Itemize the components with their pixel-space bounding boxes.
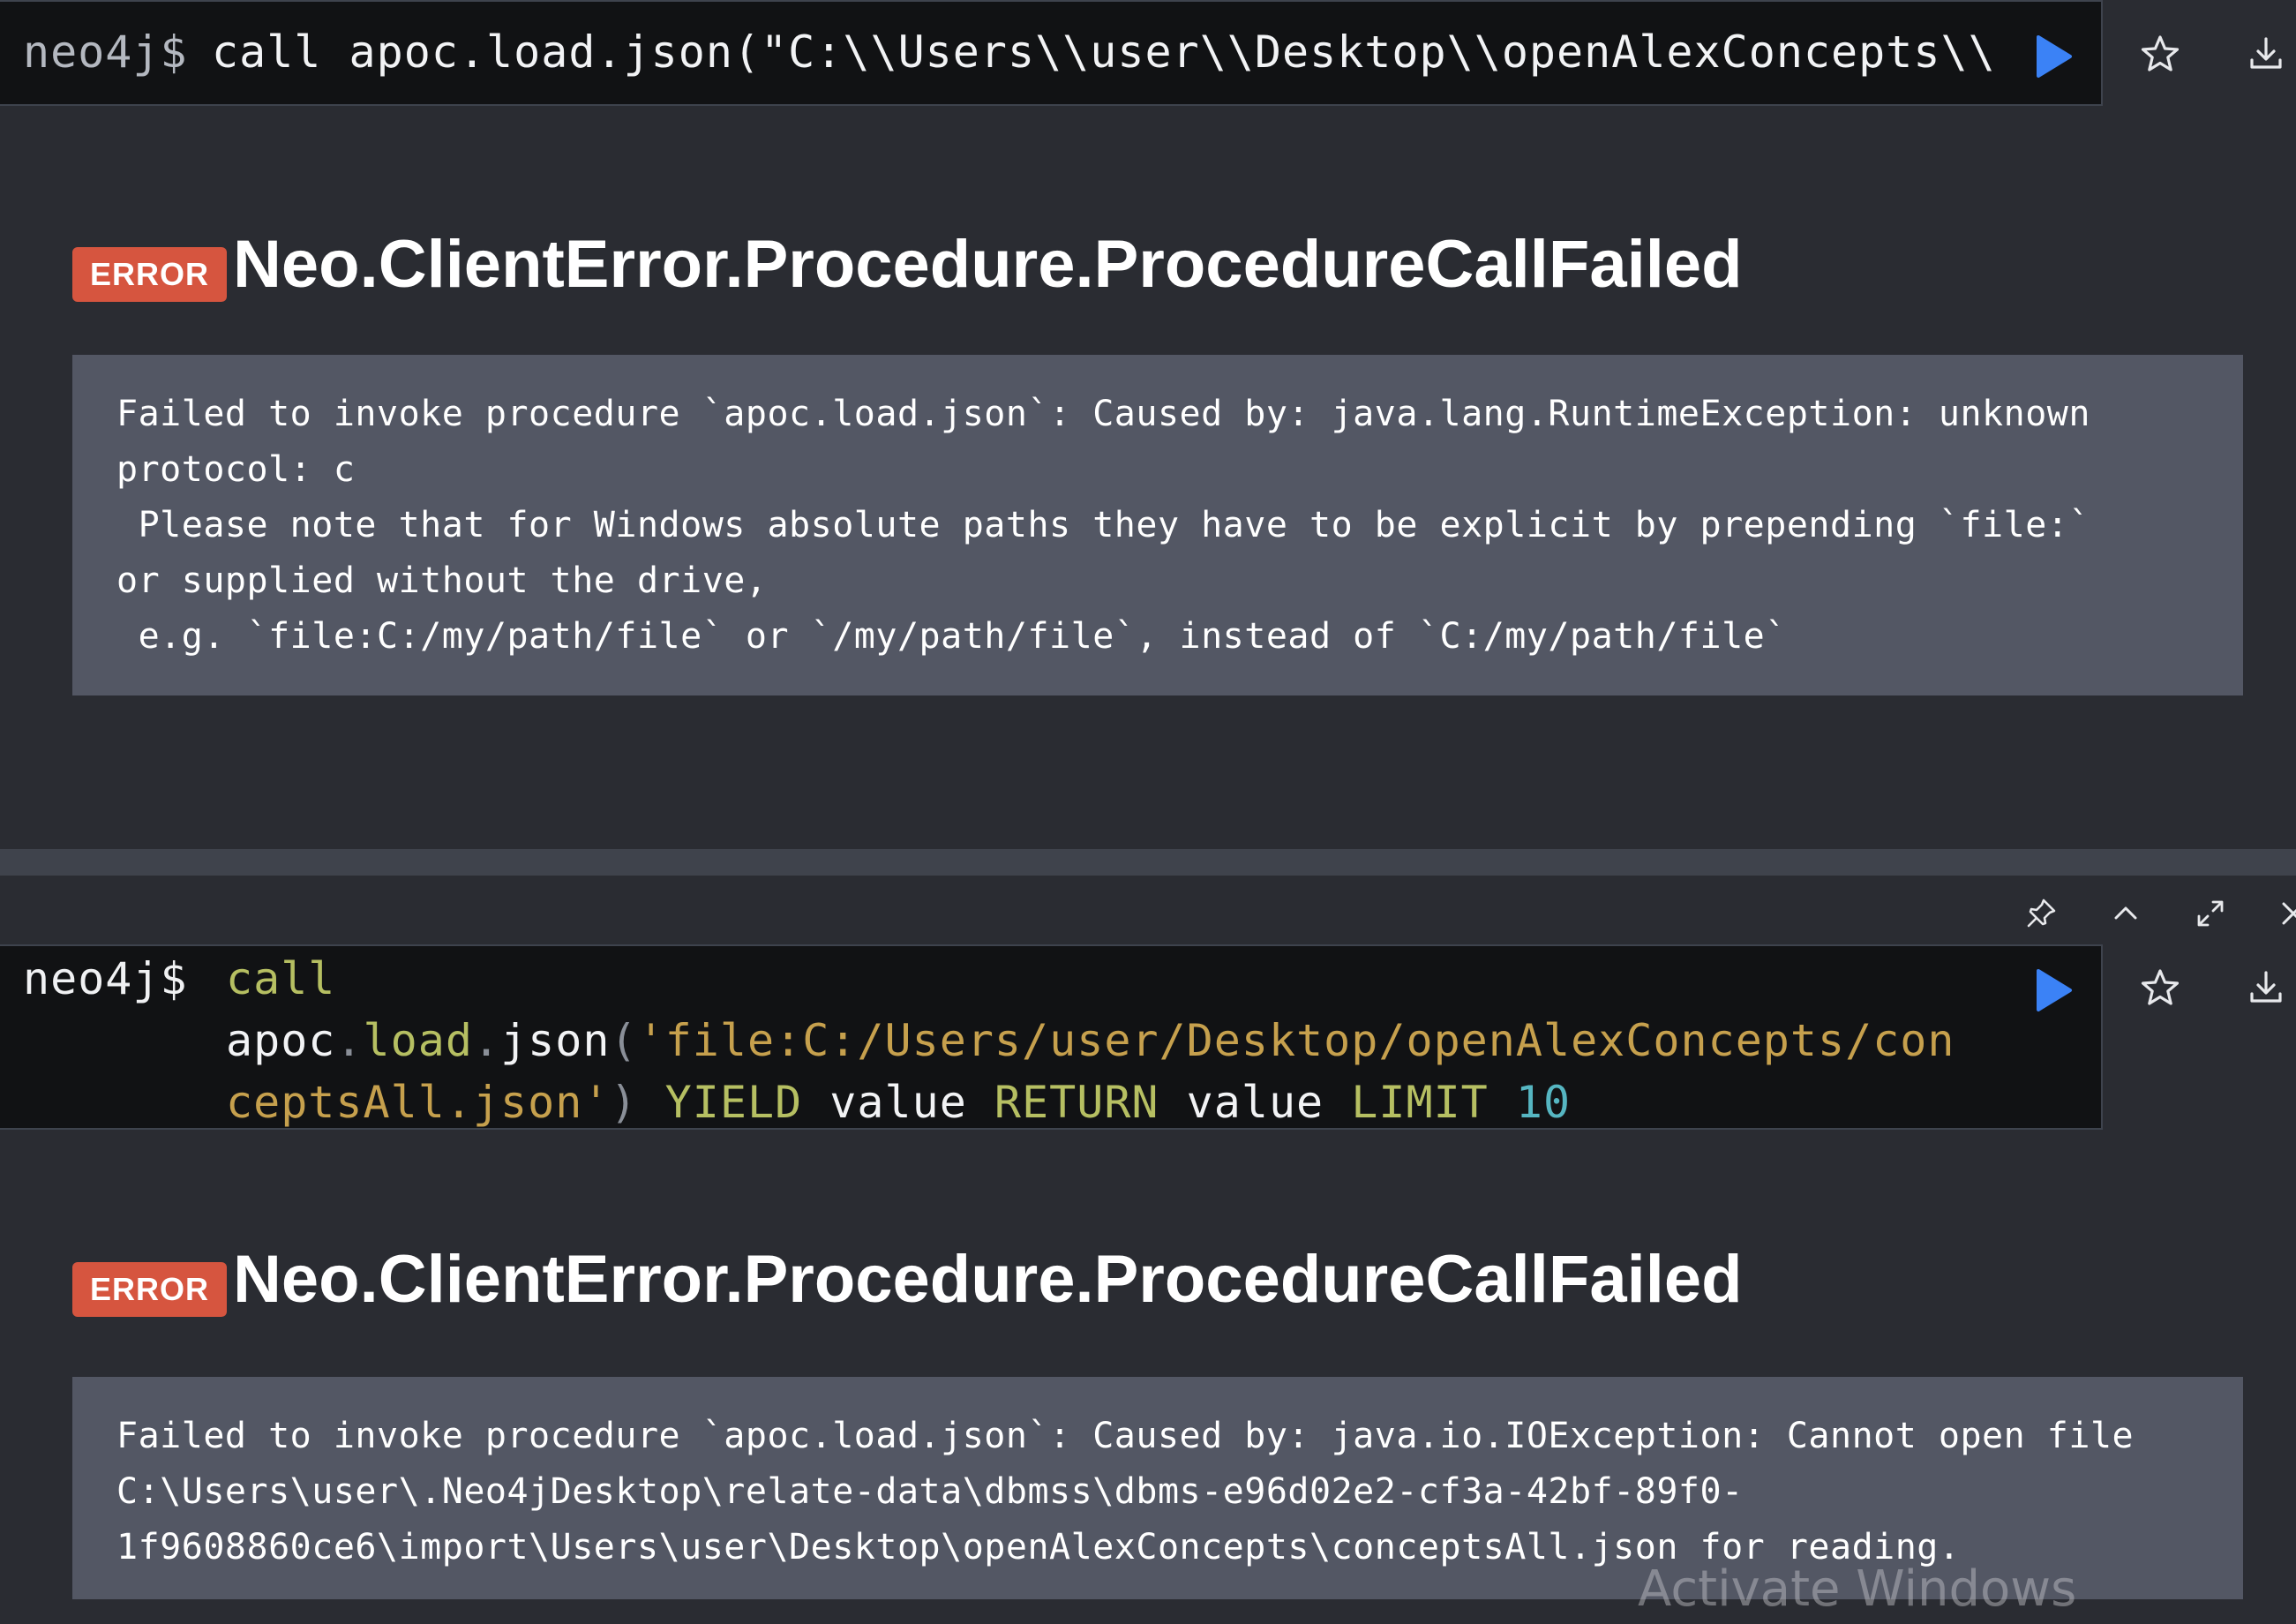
token-paren-open: (: [610, 1015, 638, 1066]
fullscreen-button[interactable]: [2190, 893, 2231, 934]
token-dot: .: [335, 1015, 364, 1066]
run-button[interactable]: [2026, 964, 2079, 1017]
keyword-call: call: [226, 953, 336, 1004]
frame-controls: [2012, 893, 2296, 934]
chevron-up-icon: [2114, 906, 2137, 920]
download-button[interactable]: [2241, 30, 2291, 79]
cypher-prompt: neo4j$: [23, 953, 188, 1004]
token-apoc: apoc: [226, 1015, 336, 1066]
query-editor-1[interactable]: neo4j$ call apoc.load.json("C:\\Users\\u…: [0, 0, 2103, 106]
query-line[interactable]: ceptsAll.json') YIELD value RETURN value…: [226, 1077, 1571, 1128]
query-editor-2[interactable]: neo4j$ call apoc.load.json('file:C:/User…: [0, 944, 2103, 1130]
result-frame-1: neo4j$ call apoc.load.json("C:\\Users\\u…: [0, 0, 2296, 849]
token-number: 10: [1515, 1077, 1572, 1128]
cypher-prompt: neo4j$: [23, 26, 188, 78]
error-message-box: Failed to invoke procedure `apoc.load.js…: [72, 355, 2243, 695]
close-icon: [2282, 902, 2296, 925]
error-line: or supplied without the drive,: [116, 560, 768, 601]
play-icon: [2037, 969, 2072, 1011]
expand-icon: [2197, 900, 2224, 927]
result-frame-2: neo4j$ call apoc.load.json('file:C:/User…: [0, 876, 2296, 1624]
star-icon: [2141, 969, 2180, 1005]
favorite-button[interactable]: [2135, 964, 2185, 1013]
run-button[interactable]: [2026, 30, 2079, 83]
error-line: C:\Users\user\.Neo4jDesktop\relate-data\…: [116, 1471, 1744, 1512]
pin-button[interactable]: [2021, 893, 2061, 934]
query-line[interactable]: call: [226, 953, 335, 1004]
star-icon: [2141, 35, 2180, 71]
keyword-return: RETURN: [994, 1077, 1159, 1128]
error-title: Neo.ClientError.Procedure.ProcedureCallF…: [233, 227, 1743, 302]
token-json: json: [500, 1015, 611, 1066]
close-frame-button[interactable]: [2275, 893, 2296, 934]
error-line: protocol: c: [116, 449, 356, 490]
error-line: Failed to invoke procedure `apoc.load.js…: [116, 1416, 2135, 1456]
token-value: value: [1186, 1077, 1324, 1128]
error-line: Failed to invoke procedure `apoc.load.js…: [116, 394, 2090, 434]
query-text[interactable]: call apoc.load.json("C:\\Users\\user\\De…: [212, 26, 1994, 78]
neo4j-browser-stream: neo4j$ call apoc.load.json("C:\\Users\\u…: [0, 0, 2296, 1624]
error-badge: ERROR: [72, 1262, 228, 1317]
token-string: ceptsAll.json': [226, 1077, 611, 1128]
frame-divider: [0, 849, 2296, 876]
token-value: value: [829, 1077, 967, 1128]
token-load: load: [363, 1015, 473, 1066]
token-string: 'file:C:/Users/user/Desktop/openAlexConc…: [637, 1015, 1955, 1066]
pin-icon: [2027, 898, 2056, 928]
download-button[interactable]: [2241, 964, 2291, 1013]
favorite-button[interactable]: [2135, 30, 2185, 79]
keyword-yield: YIELD: [664, 1077, 803, 1128]
keyword-limit: LIMIT: [1351, 1077, 1489, 1128]
error-line: Please note that for Windows absolute pa…: [116, 505, 2090, 545]
token-dot: .: [472, 1015, 501, 1066]
download-icon: [2250, 971, 2282, 1003]
query-line[interactable]: apoc.load.json('file:C:/Users/user/Deskt…: [226, 1015, 1955, 1066]
token-paren-close: ): [610, 1077, 638, 1128]
error-line: e.g. `file:C:/my/path/file` or `/my/path…: [116, 616, 1787, 657]
download-icon: [2250, 37, 2282, 69]
collapse-button[interactable]: [2105, 893, 2146, 934]
activate-windows-watermark: Activate Windows: [1638, 1560, 2077, 1618]
play-icon: [2037, 35, 2072, 78]
error-badge: ERROR: [72, 247, 228, 302]
error-title: Neo.ClientError.Procedure.ProcedureCallF…: [233, 1242, 1743, 1317]
